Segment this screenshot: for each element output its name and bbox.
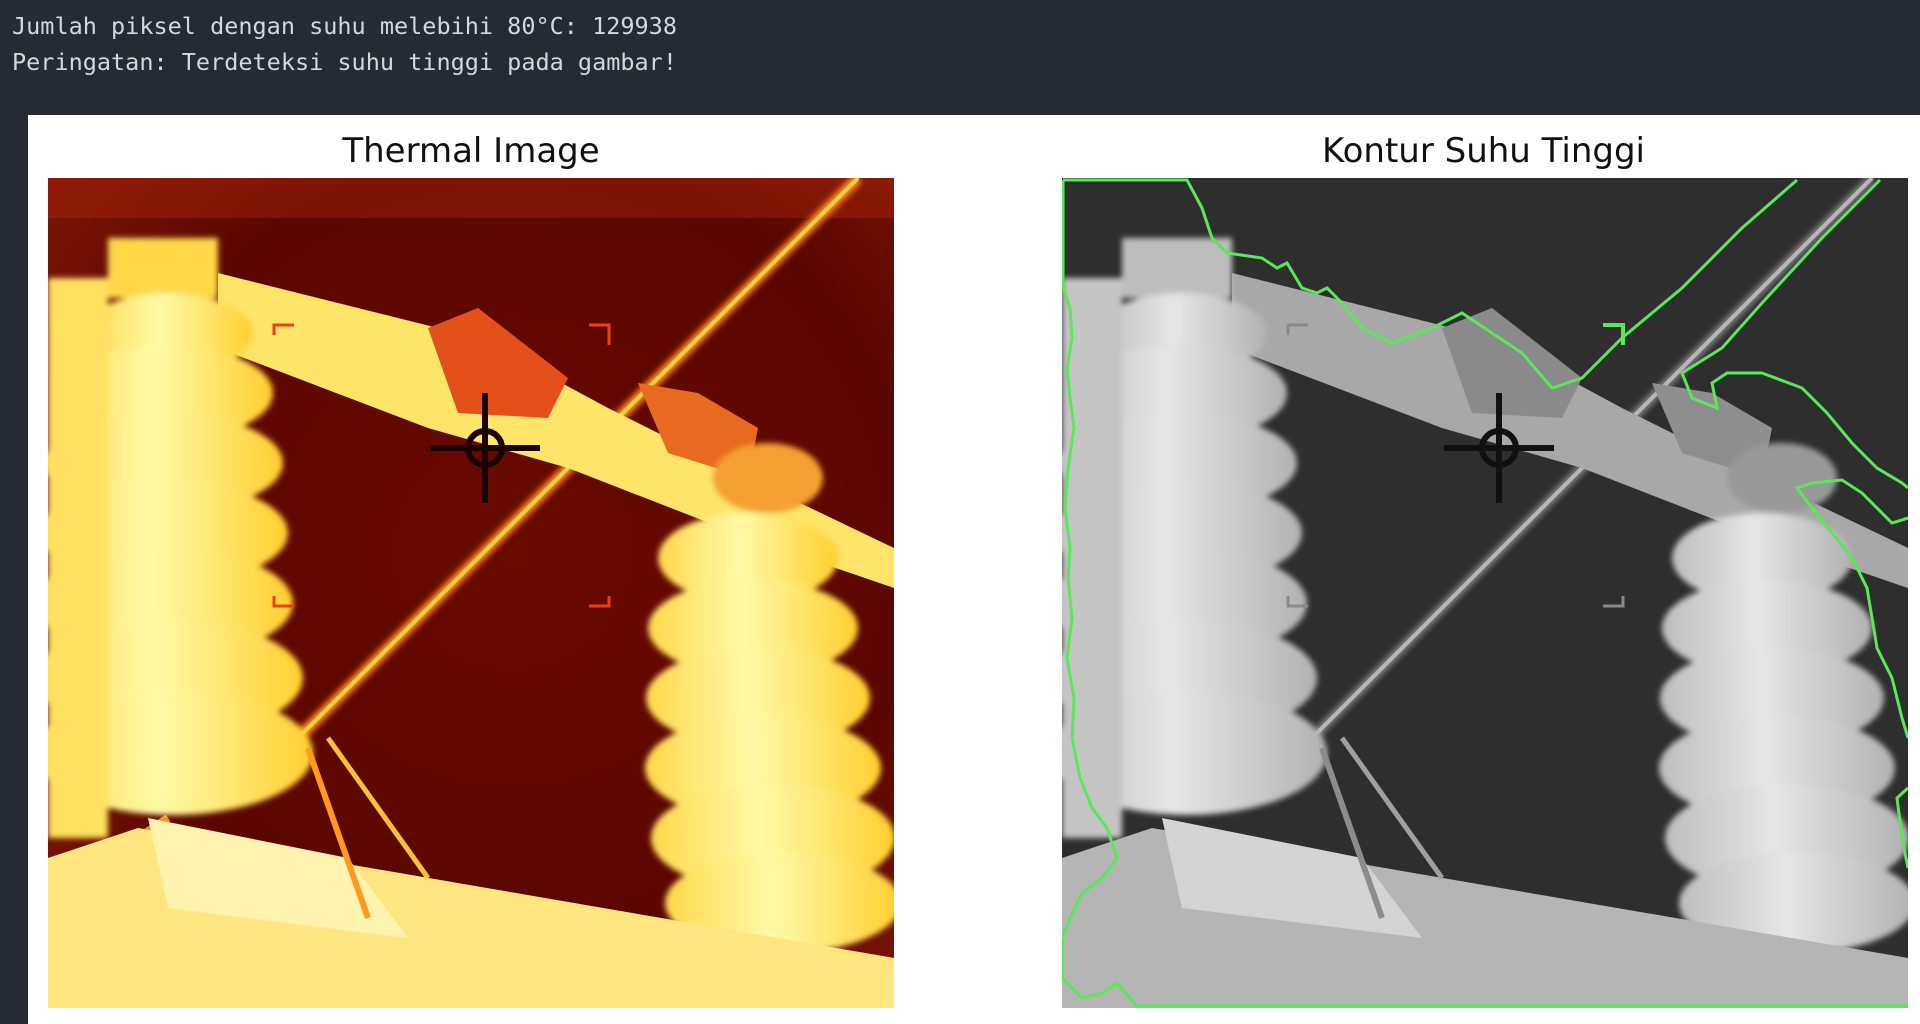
output-console: Jumlah piksel dengan suhu melebihi 80°C:…: [0, 0, 1920, 115]
thermal-image-graphic: [48, 178, 894, 1008]
pixel-count-output: Jumlah piksel dengan suhu melebihi 80°C:…: [12, 12, 677, 40]
plot-figure: Thermal Image Kontur Suhu Tinggi: [28, 115, 1920, 1024]
contour-image-graphic: [1062, 178, 1908, 1008]
contour-title: Kontur Suhu Tinggi: [1322, 131, 1645, 171]
thermal-image: [48, 178, 894, 1008]
warning-output: Peringatan: Terdeteksi suhu tinggi pada …: [12, 48, 677, 76]
thermal-image-title: Thermal Image: [342, 131, 600, 171]
contour-image: [1062, 178, 1908, 1008]
